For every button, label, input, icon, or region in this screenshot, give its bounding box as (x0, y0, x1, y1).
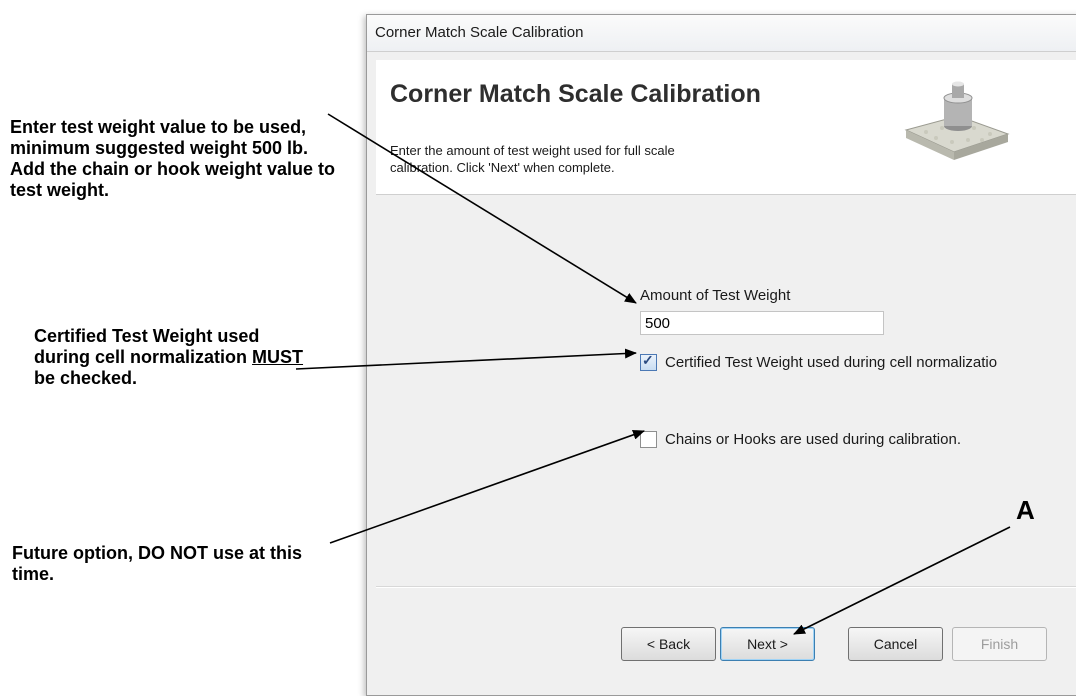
footer-separator (376, 586, 1076, 588)
certified-weight-callout: Certified Test Weight used during cell n… (34, 326, 304, 389)
certified-callout-tail: be checked. (34, 368, 138, 388)
callout-label-a: A (1016, 495, 1035, 525)
window-title: Corner Match Scale Calibration (367, 15, 1076, 52)
wizard-header: Corner Match Scale Calibration Enter the… (376, 60, 1076, 195)
wizard-heading: Corner Match Scale Calibration (390, 80, 761, 108)
check-icon: ✓ (642, 352, 654, 368)
finish-button: Finish (952, 627, 1047, 661)
chains-hooks-option[interactable]: Chains or Hooks are used during calibrat… (640, 431, 961, 448)
chains-hooks-callout: Future option, DO NOT use at this time. (12, 543, 302, 584)
scale-platform-icon (896, 78, 1016, 173)
wizard-body: Amount of Test Weight ✓ Certified Test W… (376, 195, 1076, 595)
cancel-button[interactable]: Cancel (848, 627, 943, 661)
wizard-description: Enter the amount of test weight used for… (390, 143, 675, 175)
next-button[interactable]: Next > (720, 627, 815, 661)
test-weight-callout: Enter test weight value to be used, mini… (10, 117, 336, 200)
back-button[interactable]: < Back (621, 627, 716, 661)
certified-weight-checkbox[interactable]: ✓ (640, 352, 657, 371)
test-weight-input[interactable] (640, 311, 884, 335)
chains-hooks-checkbox[interactable] (640, 431, 657, 448)
certified-callout-emphasis: MUST (252, 347, 304, 367)
certified-weight-option[interactable]: ✓ Certified Test Weight used during cell… (640, 352, 998, 371)
certified-callout-text: Certified Test Weight used during cell n… (34, 326, 260, 367)
test-weight-label: Amount of Test Weight (640, 287, 791, 304)
certified-weight-label: Certified Test Weight used during cell n… (665, 354, 998, 371)
chains-hooks-label: Chains or Hooks are used during calibrat… (665, 431, 961, 448)
